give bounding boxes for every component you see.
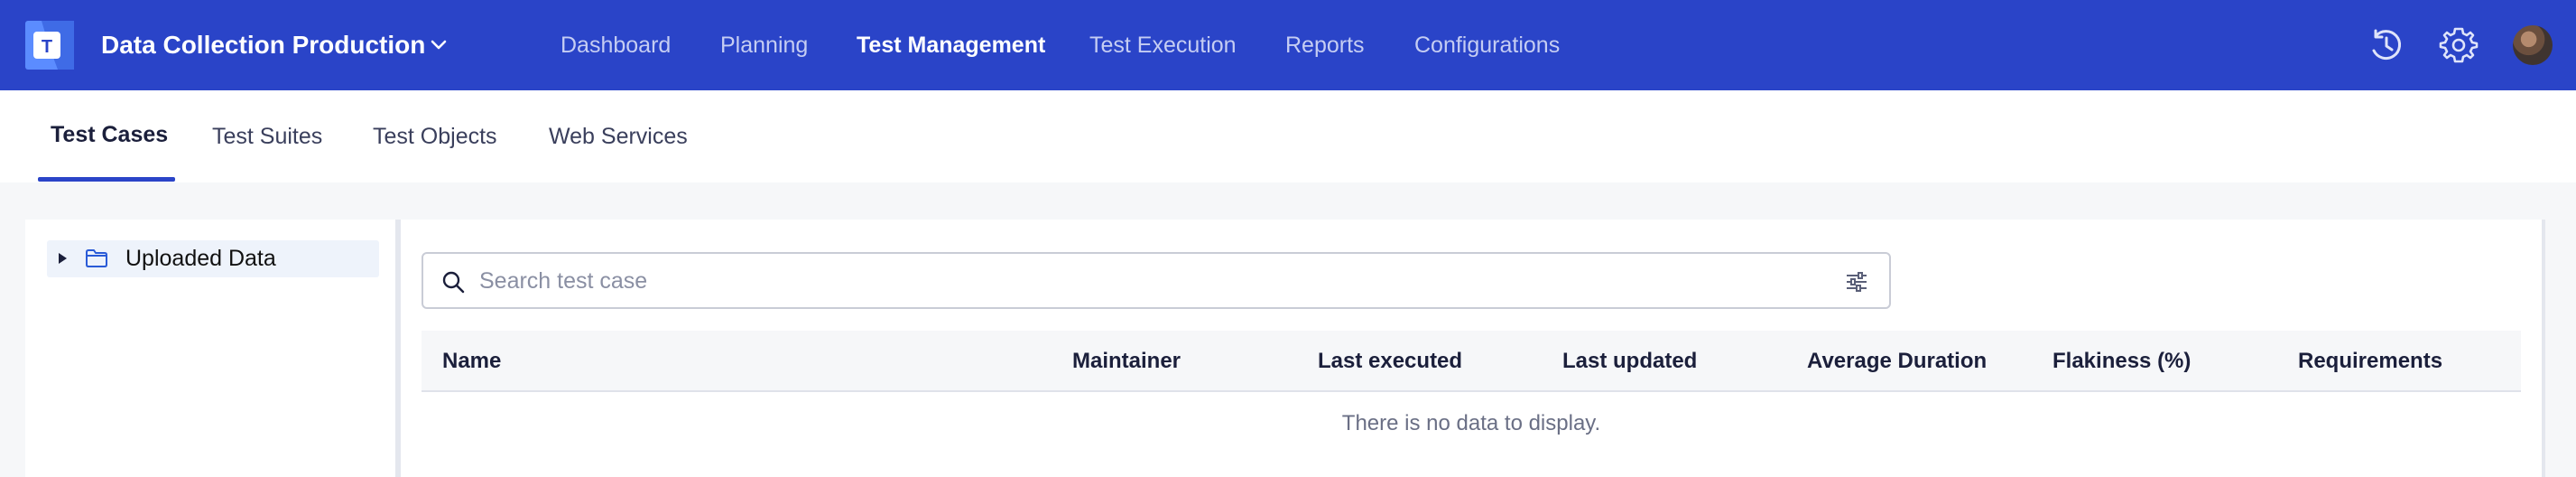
column-header-last-executed[interactable]: Last executed — [1318, 347, 1462, 376]
folder-icon — [86, 249, 107, 267]
column-header-maintainer[interactable]: Maintainer — [1072, 347, 1181, 376]
empty-table-message: There is no data to display. — [1341, 411, 1601, 435]
project-name[interactable]: Data Collection Production — [101, 29, 425, 61]
folder-tree-panel: Uploaded Data — [25, 220, 397, 477]
tree-item-uploaded-data[interactable]: Uploaded Data — [47, 240, 379, 277]
column-header-average-duration[interactable]: Average Duration — [1807, 347, 1987, 376]
nav-test-management[interactable]: Test Management — [857, 29, 1045, 61]
top-navigation-bar: T Data Collection Production Dashboard P… — [0, 0, 2576, 90]
tab-test-suites[interactable]: Test Suites — [212, 122, 322, 151]
nav-planning[interactable]: Planning — [720, 29, 808, 61]
nav-reports[interactable]: Reports — [1285, 29, 1365, 61]
svg-text:T: T — [42, 37, 52, 57]
chevron-down-icon[interactable] — [426, 33, 451, 58]
column-header-requirements[interactable]: Requirements — [2298, 347, 2442, 376]
gear-icon[interactable] — [2437, 23, 2480, 67]
search-input[interactable] — [479, 265, 1815, 297]
tab-test-objects[interactable]: Test Objects — [373, 122, 497, 151]
column-header-name[interactable]: Name — [442, 347, 501, 376]
history-icon[interactable] — [2365, 23, 2408, 67]
column-header-last-updated[interactable]: Last updated — [1562, 347, 1697, 376]
caret-right-icon[interactable] — [56, 251, 69, 266]
table-header: Name Maintainer Last executed Last updat… — [422, 331, 2521, 392]
app-logo-icon[interactable]: T — [25, 21, 74, 70]
avatar[interactable] — [2513, 25, 2553, 65]
nav-configurations[interactable]: Configurations — [1414, 29, 1560, 61]
tab-test-cases[interactable]: Test Cases — [51, 120, 168, 149]
nav-dashboard[interactable]: Dashboard — [561, 29, 671, 61]
tab-web-services[interactable]: Web Services — [549, 122, 688, 151]
column-header-flakiness[interactable]: Flakiness (%) — [2052, 347, 2191, 376]
search-bar — [422, 252, 1891, 309]
nav-test-execution[interactable]: Test Execution — [1089, 29, 1237, 61]
filter-settings-icon[interactable] — [1844, 270, 1869, 294]
active-tab-indicator — [38, 177, 175, 182]
sub-navigation-tabs: Test Cases Test Suites Test Objects Web … — [0, 90, 2576, 182]
panel-border — [2542, 220, 2545, 477]
search-icon — [442, 271, 465, 294]
tree-item-label: Uploaded Data — [125, 246, 276, 271]
